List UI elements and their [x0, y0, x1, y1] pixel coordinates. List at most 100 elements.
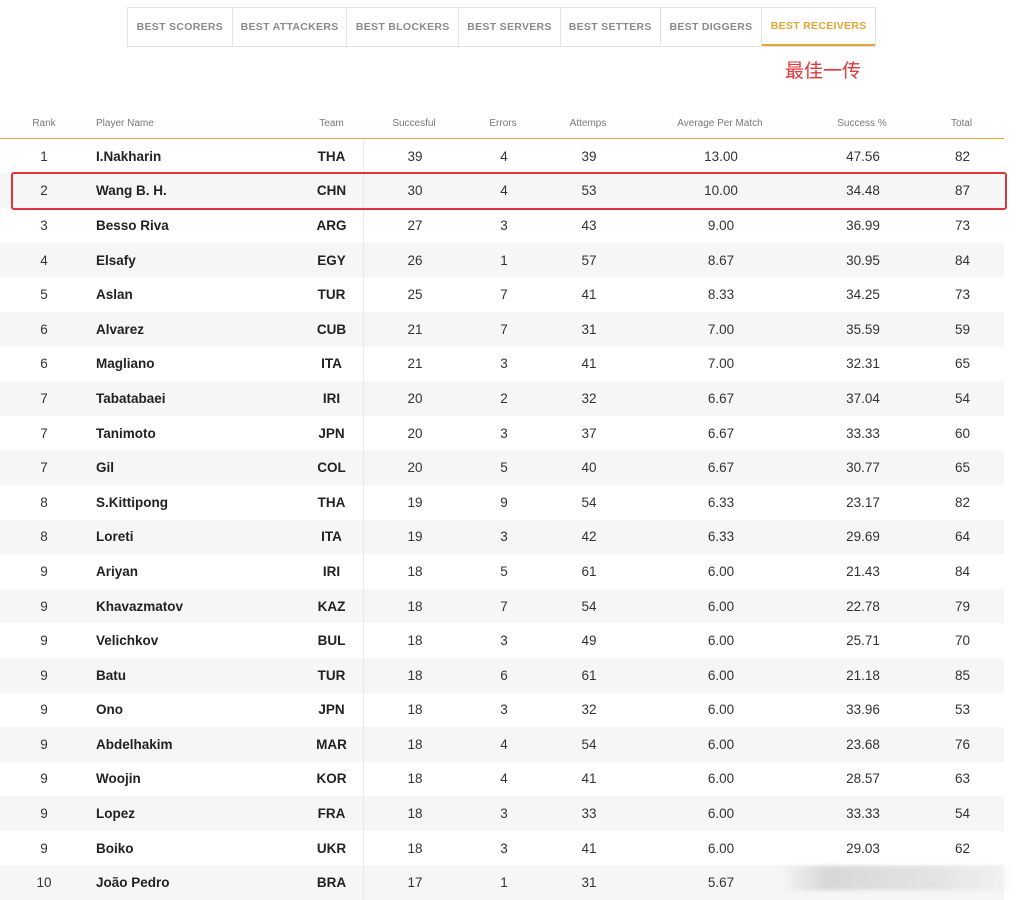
cell-average-per-match: 6.00 [707, 771, 735, 787]
cell-errors: 3 [500, 840, 508, 856]
cell-success-pct: 36.99 [846, 217, 880, 233]
cell-player-name: Alvarez [96, 321, 145, 337]
cell-rank: 3 [40, 217, 48, 233]
cell-errors: 1 [500, 875, 508, 891]
table-row: 9 Batu TUR 18 6 61 6.00 21.18 85 [0, 657, 1004, 693]
tab-best-setters[interactable]: BEST SETTERS [561, 8, 661, 46]
cell-attempts: 41 [581, 356, 597, 372]
column-header-player-name: Player Name [96, 117, 154, 129]
cell-successful: 18 [407, 563, 423, 579]
cell-success-pct: 28.57 [846, 771, 880, 787]
cell-successful: 19 [407, 529, 423, 545]
cell-errors: 9 [500, 494, 508, 510]
column-header-total: Total [950, 117, 973, 129]
cell-team: TUR [300, 277, 364, 312]
cell-errors: 2 [500, 390, 508, 406]
cell-attempts: 49 [581, 633, 597, 649]
table-row: 9 Abdelhakim MAR 18 4 54 6.00 23.68 76 [0, 727, 1004, 762]
cell-team: KAZ [300, 588, 364, 624]
cell-errors: 3 [500, 529, 508, 545]
cell-errors: 4 [500, 771, 508, 787]
cell-rank: 7 [40, 460, 48, 476]
cell-rank: 9 [40, 806, 48, 822]
tab-best-scorers[interactable]: BEST SCORERS [128, 8, 233, 46]
receivers-table: Rank Player Name Team Succesful Errors Attemp… [0, 108, 1004, 900]
cell-successful: 18 [407, 840, 423, 856]
cell-errors: 3 [500, 425, 508, 441]
cell-team: THA [300, 139, 364, 174]
cell-average-per-match: 6.00 [707, 598, 735, 614]
cell-total: 60 [954, 425, 971, 441]
cell-success-pct: 29.03 [846, 840, 880, 856]
cell-success-pct: 35.59 [846, 321, 880, 337]
cell-success-pct: 33.33 [846, 806, 880, 822]
cell-player-name: Tabatabaei [96, 390, 166, 406]
cell-rank: 2 [40, 183, 48, 199]
cell-player-name: Boiko [96, 840, 134, 856]
cell-total: 82 [954, 494, 971, 510]
cell-successful: 30 [407, 183, 423, 199]
cell-total: 73 [954, 217, 971, 233]
cell-success-pct: 34.25 [846, 287, 880, 303]
table-row: 9 Lopez FRA 18 3 33 6.00 33.33 54 [0, 796, 1004, 831]
cell-attempts: 54 [581, 494, 597, 510]
cell-errors: 3 [500, 217, 508, 233]
cell-rank: 9 [40, 702, 48, 718]
cell-rank: 9 [40, 633, 48, 649]
cell-average-per-match: 6.00 [707, 563, 735, 579]
cell-player-name: Abdelhakim [96, 736, 173, 752]
cell-total: 73 [954, 287, 971, 303]
cell-attempts: 41 [581, 771, 597, 787]
cell-attempts: 54 [581, 736, 597, 752]
cell-player-name: Gil [96, 460, 115, 476]
tab-best-servers[interactable]: BEST SERVERS [459, 8, 561, 46]
tab-best-diggers[interactable]: BEST DIGGERS [661, 8, 763, 46]
cell-total: 53 [954, 702, 971, 718]
cell-errors: 6 [500, 667, 508, 683]
tab-best-receivers[interactable]: BEST RECEIVERS [762, 8, 876, 46]
table-row: 9 Khavazmatov KAZ 18 7 54 6.00 22.78 79 [0, 588, 1004, 624]
table-body: 1 I.Nakharin THA 39 4 39 13.00 47.56 82 2 Wang B. … [0, 139, 1004, 900]
table-row: 9 Velichkov BUL 18 3 49 6.00 25.71 70 [0, 623, 1004, 658]
cell-successful: 19 [407, 494, 423, 510]
cell-attempts: 54 [581, 598, 597, 614]
cell-success-pct: 33.96 [846, 702, 880, 718]
cell-rank: 5 [40, 287, 48, 303]
table-row: 9 Ono JPN 18 3 32 6.00 33.96 53 [0, 692, 1004, 728]
cell-team: IRI [300, 381, 364, 416]
table-row: 2 Wang B. H. CHN 30 4 53 10.00 34.48 87 [0, 173, 1004, 209]
cell-success-pct: 37.04 [846, 390, 880, 406]
cell-errors: 4 [500, 183, 508, 199]
cell-attempts: 33 [581, 806, 597, 822]
cell-success-pct: 23.17 [846, 494, 880, 510]
cell-rank: 9 [40, 840, 48, 856]
table-row: 6 Magliano ITA 21 3 41 7.00 32.31 65 [0, 346, 1004, 382]
cell-average-per-match: 6.33 [707, 529, 735, 545]
cell-total: 63 [954, 771, 971, 787]
cell-attempts: 61 [581, 563, 597, 579]
table-row: 7 Tabatabaei IRI 20 2 32 6.67 37.04 54 [0, 381, 1004, 416]
cell-errors: 7 [500, 321, 508, 337]
cell-average-per-match: 13.00 [704, 148, 738, 164]
cell-success-pct: 34.48 [846, 183, 880, 199]
column-header-success-pct: Success % [837, 117, 887, 129]
cell-player-name: Loreti [96, 529, 134, 545]
cell-successful: 18 [407, 667, 423, 683]
cell-successful: 26 [407, 252, 423, 268]
cell-successful: 17 [407, 875, 423, 891]
cell-total: 64 [954, 529, 971, 545]
cell-success-pct: 21.18 [846, 667, 880, 683]
tab-best-attackers[interactable]: BEST ATTACKERS [233, 8, 348, 46]
cell-successful: 18 [407, 806, 423, 822]
cell-team: IRI [300, 554, 364, 589]
tab-best-blockers[interactable]: BEST BLOCKERS [347, 8, 460, 46]
cell-player-name: Batu [96, 667, 126, 683]
table-header: Rank Player Name Team Succesful Errors Attemp… [0, 108, 1004, 139]
cell-team: ARG [300, 208, 364, 243]
column-header-team: Team [319, 117, 344, 129]
cell-team: ITA [300, 346, 364, 382]
cell-team: COL [300, 450, 364, 485]
cell-successful: 20 [407, 425, 423, 441]
cell-attempts: 53 [581, 183, 597, 199]
cell-average-per-match: 6.00 [707, 736, 735, 752]
